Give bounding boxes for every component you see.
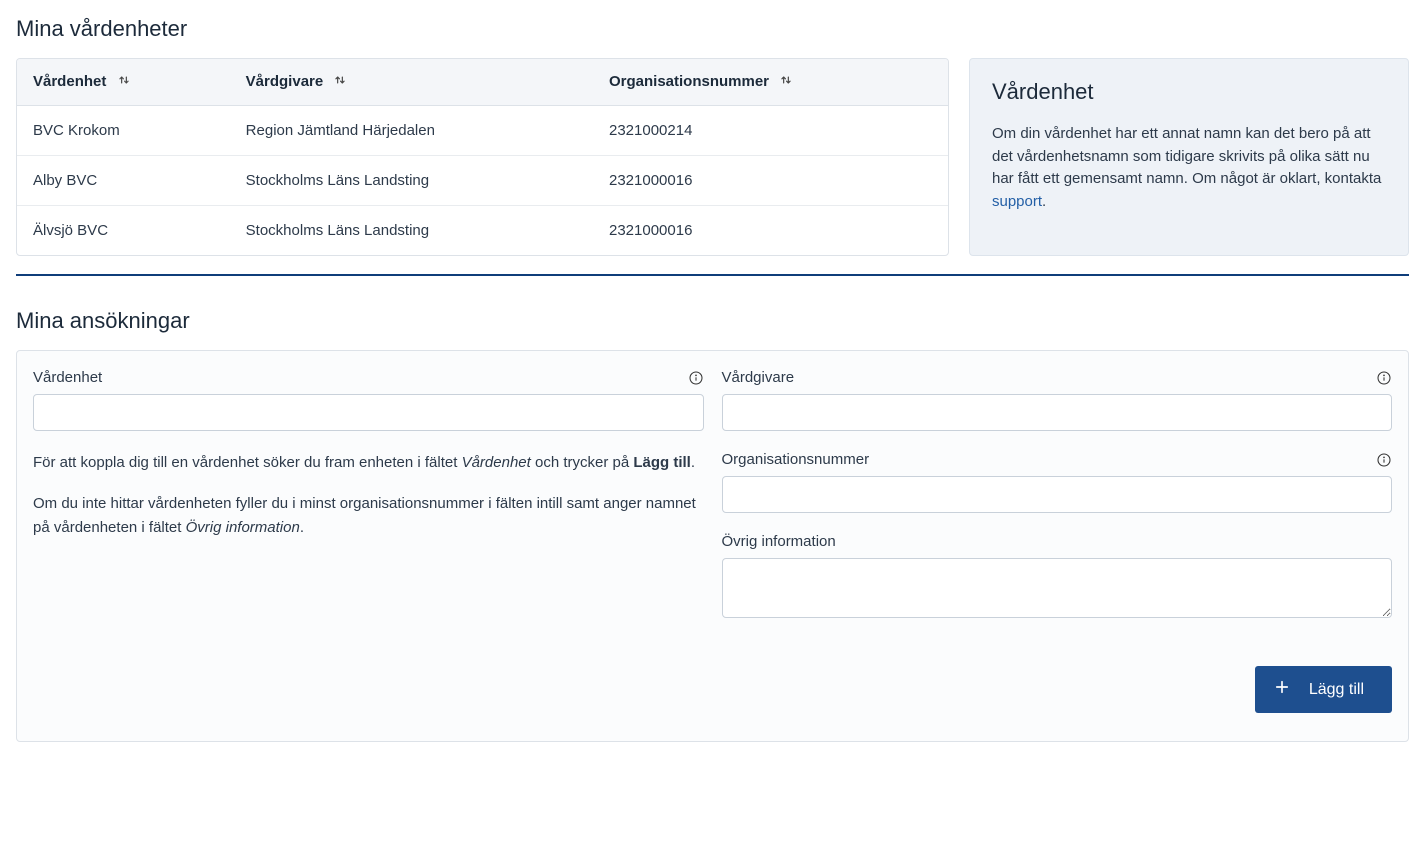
info-panel-unit: Vårdenhet Om din vårdenhet har ett annat… bbox=[969, 58, 1409, 256]
label-orgnr: Organisationsnummer bbox=[722, 451, 870, 468]
cell-orgnr: 2321000016 bbox=[593, 206, 948, 256]
cell-orgnr: 2321000016 bbox=[593, 156, 948, 206]
sort-icon bbox=[117, 73, 131, 91]
cell-unit: Älvsjö BVC bbox=[17, 206, 230, 256]
column-header-unit-label: Vårdenhet bbox=[33, 73, 106, 90]
section-divider bbox=[16, 274, 1409, 276]
add-button[interactable]: Lägg till bbox=[1255, 666, 1392, 713]
column-header-provider[interactable]: Vårdgivare bbox=[230, 59, 593, 106]
sort-icon bbox=[779, 73, 793, 91]
cell-unit: Alby BVC bbox=[17, 156, 230, 206]
cell-provider: Stockholms Läns Landsting bbox=[230, 156, 593, 206]
info-panel-title: Vårdenhet bbox=[992, 79, 1386, 105]
application-form: Vårdenhet För att koppla dig till en vår… bbox=[16, 350, 1409, 742]
input-provider[interactable] bbox=[722, 394, 1393, 431]
support-link[interactable]: support bbox=[992, 193, 1042, 210]
cell-provider: Stockholms Läns Landsting bbox=[230, 206, 593, 256]
table-row: Älvsjö BVCStockholms Läns Landsting23210… bbox=[17, 206, 948, 256]
info-icon[interactable] bbox=[1376, 370, 1392, 386]
label-provider: Vårdgivare bbox=[722, 369, 795, 386]
cell-provider: Region Jämtland Härjedalen bbox=[230, 106, 593, 156]
column-header-orgnr-label: Organisationsnummer bbox=[609, 73, 769, 90]
label-other: Övrig information bbox=[722, 533, 836, 550]
column-header-provider-label: Vårdgivare bbox=[246, 73, 324, 90]
input-orgnr[interactable] bbox=[722, 476, 1393, 513]
cell-orgnr: 2321000214 bbox=[593, 106, 948, 156]
help-text-1: För att koppla dig till en vårdenhet sök… bbox=[33, 451, 704, 474]
info-panel-text: Om din vårdenhet har ett annat namn kan … bbox=[992, 123, 1386, 213]
column-header-unit[interactable]: Vårdenhet bbox=[17, 59, 230, 106]
input-unit[interactable] bbox=[33, 394, 704, 431]
help-text-2: Om du inte hittar vårdenheten fyller du … bbox=[33, 492, 704, 539]
cell-unit: BVC Krokom bbox=[17, 106, 230, 156]
add-button-label: Lägg till bbox=[1309, 681, 1364, 699]
info-icon[interactable] bbox=[688, 370, 704, 386]
table-row: BVC KrokomRegion Jämtland Härjedalen2321… bbox=[17, 106, 948, 156]
label-unit: Vårdenhet bbox=[33, 369, 102, 386]
plus-icon bbox=[1273, 678, 1291, 701]
section-title-applications: Mina ansökningar bbox=[16, 308, 1409, 334]
section-title-units: Mina vårdenheter bbox=[16, 16, 1409, 42]
info-icon[interactable] bbox=[1376, 452, 1392, 468]
input-other[interactable] bbox=[722, 558, 1393, 618]
units-table: Vårdenhet Vårdgivare Organisationsnummer bbox=[16, 58, 949, 256]
column-header-orgnr[interactable]: Organisationsnummer bbox=[593, 59, 948, 106]
sort-icon bbox=[333, 73, 347, 91]
table-row: Alby BVCStockholms Läns Landsting2321000… bbox=[17, 156, 948, 206]
